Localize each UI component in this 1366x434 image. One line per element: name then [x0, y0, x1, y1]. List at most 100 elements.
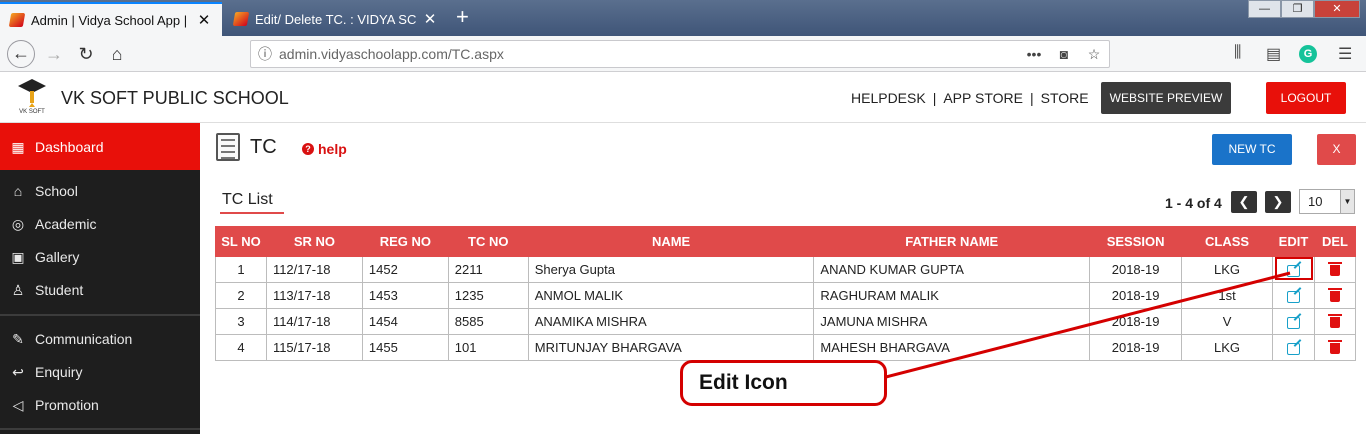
column-header: NAME [527, 226, 815, 257]
page-actions-icon[interactable]: ••• [1019, 46, 1049, 62]
cell-edit [1271, 308, 1315, 335]
new-tab-icon[interactable]: + [456, 5, 469, 29]
trash-icon[interactable] [1327, 262, 1342, 277]
image-icon: ▣ [11, 248, 25, 265]
dashboard-icon: ▦ [11, 138, 25, 155]
sidebar-item-promotion[interactable]: ◁ Promotion [0, 388, 200, 421]
list-title: TC List [222, 191, 273, 208]
cell-sr-no: 114/17-18 [265, 308, 363, 335]
library-icon[interactable]: ⫼ [1234, 44, 1241, 62]
sidebar-item-enquiry[interactable]: ↩ Enquiry [0, 355, 200, 388]
grammarly-icon[interactable]: G [1299, 45, 1317, 63]
sidebar-divider [0, 314, 200, 316]
tc-table: SL NO SR NO REG NO TC NO NAME FATHER NAM… [215, 226, 1357, 361]
reply-icon: ↩ [12, 363, 24, 380]
column-header: SR NO [265, 226, 363, 257]
cell-tc-no: 2211 [447, 256, 529, 283]
sidebar-item-communication[interactable]: ✎ Communication [0, 322, 200, 355]
favicon-icon [232, 12, 250, 26]
sidebar: ▦ Dashboard ⌂ School ◎ Academic ▣ Galler… [0, 123, 200, 434]
website-preview-button[interactable]: WEBSITE PREVIEW [1101, 82, 1231, 114]
browser-tab-admin[interactable]: Admin | Vidya School App | It's ✕ [0, 2, 222, 36]
cell-name: Sherya Gupta [527, 256, 815, 283]
column-header: DEL [1313, 226, 1357, 257]
edit-icon[interactable] [1286, 316, 1300, 329]
browser-nav-bar: ← → ↻ ⌂ ⓘ admin.vidyaschoolapp.com/TC.as… [0, 36, 1366, 72]
url-text: admin.vidyaschoolapp.com/TC.aspx [279, 46, 504, 62]
trash-icon[interactable] [1327, 314, 1342, 329]
sidebar-item-label: School [35, 182, 78, 199]
school-icon: ⌂ [13, 182, 23, 199]
sidebar-item-student[interactable]: ♙ Student [0, 273, 200, 306]
minimize-icon[interactable]: — [1248, 0, 1281, 18]
certificate-icon [216, 133, 240, 161]
cell-father-name: RAGHURAM MALIK [813, 282, 1091, 309]
column-header: TC NO [447, 226, 529, 257]
bookmark-star-icon[interactable]: ☆ [1079, 46, 1109, 63]
sidebar-item-school[interactable]: ⌂ School [0, 174, 200, 207]
sidebar-item-label: Communication [35, 330, 133, 347]
pager-text: 1 - 4 of 4 [1165, 195, 1222, 211]
sidebar-item-dashboard[interactable]: ▦ Dashboard [0, 123, 200, 170]
next-page-button[interactable]: ❯ [1265, 191, 1291, 213]
home-icon[interactable]: ⌂ [103, 40, 131, 68]
menu-icon[interactable]: ☰ [1338, 44, 1352, 64]
forward-arrow-icon[interactable]: → [40, 40, 68, 68]
app-header: VK SOFT VK SOFT PUBLIC SCHOOL HELPDESK |… [0, 73, 1366, 123]
new-tc-button[interactable]: NEW TC [1212, 134, 1292, 165]
annotation-callout: Edit Icon [680, 360, 887, 406]
trash-icon[interactable] [1327, 340, 1342, 355]
table-row: 1 112/17-18 1452 2211 Sherya Gupta ANAND… [215, 256, 1357, 283]
table-row: 4 115/17-18 1455 101 MRITUNJAY BHARGAVA … [215, 334, 1357, 361]
sidebar-toggle-icon[interactable]: ▤ [1266, 44, 1281, 64]
help-label: help [318, 141, 347, 157]
cell-edit [1271, 282, 1315, 309]
site-info-icon[interactable]: ⓘ [251, 44, 279, 64]
megaphone-icon: ✎ [12, 330, 24, 347]
cell-reg-no: 1455 [361, 334, 449, 361]
edit-icon[interactable] [1286, 342, 1300, 355]
close-tab-icon[interactable]: ✕ [422, 10, 438, 28]
cell-sl-no: 4 [215, 334, 267, 361]
cell-del [1313, 256, 1357, 283]
help-link[interactable]: ? help [302, 141, 347, 157]
prev-page-button[interactable]: ❮ [1231, 191, 1257, 213]
tab-title: Admin | Vidya School App | It's [31, 12, 190, 28]
reload-icon[interactable]: ↻ [72, 40, 100, 68]
pocket-icon[interactable]: ◙ [1049, 46, 1079, 62]
sidebar-item-label: Promotion [35, 396, 99, 413]
close-page-button[interactable]: X [1317, 134, 1356, 165]
column-header: SESSION [1089, 226, 1183, 257]
cell-sl-no: 1 [215, 256, 267, 283]
helpdesk-link[interactable]: HELPDESK [851, 90, 926, 106]
maximize-icon[interactable]: ❐ [1281, 0, 1314, 18]
logout-button[interactable]: LOGOUT [1266, 82, 1346, 114]
edit-icon[interactable] [1286, 290, 1300, 303]
cell-name: ANMOL MALIK [527, 282, 815, 309]
column-header: SL NO [215, 226, 267, 257]
back-arrow-icon[interactable]: ← [7, 40, 35, 68]
address-bar[interactable]: ⓘ admin.vidyaschoolapp.com/TC.aspx ••• ◙… [250, 40, 1110, 68]
page-size-select[interactable]: 10 ▼ [1299, 189, 1355, 214]
sidebar-divider [0, 428, 200, 430]
trash-icon[interactable] [1327, 288, 1342, 303]
close-tab-icon[interactable]: ✕ [196, 11, 212, 29]
chevron-down-icon: ▼ [1340, 190, 1354, 213]
sidebar-item-academic[interactable]: ◎ Academic [0, 207, 200, 240]
school-name: VK SOFT PUBLIC SCHOOL [61, 88, 289, 108]
cell-del [1313, 308, 1357, 335]
cell-class: LKG [1181, 256, 1273, 283]
cell-class: V [1181, 308, 1273, 335]
store-link[interactable]: STORE [1041, 90, 1089, 106]
cell-name: ANAMIKA MISHRA [527, 308, 815, 335]
app-store-link[interactable]: APP STORE [943, 90, 1023, 106]
browser-tab-edit-tc[interactable]: Edit/ Delete TC. : VIDYA SCHOO ✕ [224, 2, 448, 36]
cell-reg-no: 1452 [361, 256, 449, 283]
sidebar-item-gallery[interactable]: ▣ Gallery [0, 240, 200, 273]
cell-father-name: JAMUNA MISHRA [813, 308, 1091, 335]
sidebar-item-label: Academic [35, 215, 97, 232]
favicon-icon [8, 13, 26, 27]
cell-sl-no: 2 [215, 282, 267, 309]
window-close-icon[interactable]: ✕ [1314, 0, 1360, 18]
logo-text: VK SOFT [19, 109, 45, 115]
